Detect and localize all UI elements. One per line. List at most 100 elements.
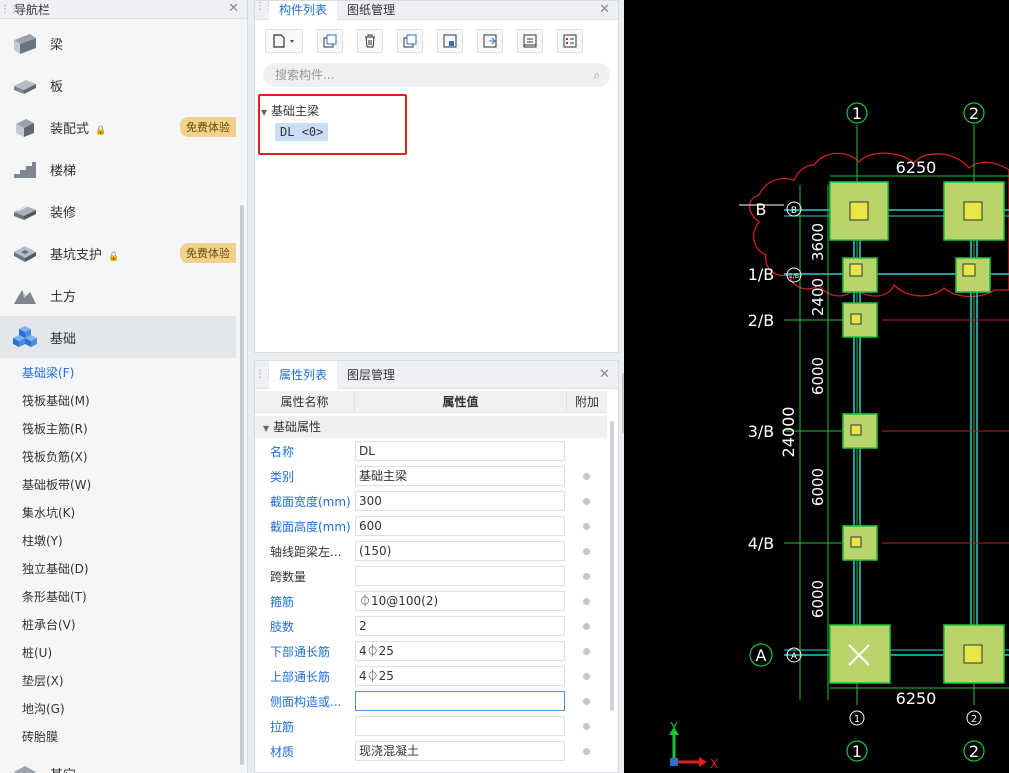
extra-checkbox[interactable] bbox=[583, 548, 590, 555]
close-icon[interactable]: ✕ bbox=[599, 367, 610, 382]
property-value-field[interactable] bbox=[355, 691, 565, 711]
nav-item-label: 基坑支护 🔒 bbox=[50, 247, 120, 263]
property-value-field[interactable]: 2 bbox=[355, 616, 565, 636]
cad-drawing-canvas[interactable]: 1 2 1 2 1 2 6250 6250 24000 3600 2400 60… bbox=[624, 0, 1009, 773]
extra-checkbox[interactable] bbox=[583, 623, 590, 630]
tab-property-list[interactable]: 属性列表 bbox=[269, 361, 338, 389]
sub-item-trench[interactable]: 地沟(G) bbox=[22, 700, 65, 717]
drag-grip-icon[interactable]: ⋮⋮ bbox=[255, 1, 274, 19]
layer-button[interactable] bbox=[517, 29, 543, 53]
delete-button[interactable] bbox=[357, 29, 383, 53]
extra-checkbox[interactable] bbox=[583, 673, 590, 680]
pile-cap[interactable] bbox=[943, 624, 1005, 684]
property-value-field[interactable]: ⏀10@100(2) bbox=[355, 591, 565, 611]
nav-item-earthwork[interactable]: 土方 bbox=[0, 274, 236, 316]
property-group-label: 基础属性 bbox=[272, 420, 321, 434]
extra-checkbox[interactable] bbox=[583, 523, 590, 530]
sub-item-foundation-strip[interactable]: 基础板带(W) bbox=[22, 476, 91, 493]
sub-item-cushion[interactable]: 垫层(X) bbox=[22, 672, 64, 689]
collapse-triangle-icon[interactable]: ▼ bbox=[263, 424, 269, 433]
property-row[interactable]: 拉筋 bbox=[255, 714, 607, 739]
extra-checkbox[interactable] bbox=[583, 723, 590, 730]
free-trial-badge[interactable]: 免费体验 bbox=[180, 117, 236, 137]
property-row[interactable]: 名称 DL bbox=[255, 439, 607, 464]
property-value-field[interactable]: 4⏀25 bbox=[355, 666, 565, 686]
extra-checkbox[interactable] bbox=[583, 698, 590, 705]
pile-cap[interactable] bbox=[829, 624, 891, 684]
property-value-field[interactable]: 现浇混凝土 bbox=[355, 741, 565, 761]
close-icon[interactable]: ✕ bbox=[228, 1, 239, 16]
property-value-field[interactable]: DL bbox=[355, 441, 565, 461]
tab-component-list[interactable]: 构件列表 bbox=[269, 1, 338, 20]
property-value-field[interactable]: 600 bbox=[355, 516, 565, 536]
import-button[interactable] bbox=[437, 29, 463, 53]
tree-item-dl[interactable]: DL <0> bbox=[275, 123, 329, 141]
drag-grip-icon[interactable]: ⋮⋮ bbox=[255, 361, 274, 388]
property-group[interactable]: ▼ 基础属性 bbox=[255, 416, 607, 438]
property-row[interactable]: 类别 基础主梁 bbox=[255, 464, 607, 489]
sub-item-strip-foundation[interactable]: 条形基础(T) bbox=[22, 588, 87, 605]
nav-item-other[interactable]: 其它 bbox=[0, 752, 236, 773]
extra-checkbox[interactable] bbox=[583, 648, 590, 655]
nav-scrollbar[interactable] bbox=[240, 205, 244, 765]
close-icon[interactable]: ✕ bbox=[599, 2, 610, 17]
property-row[interactable]: 箍筋 ⏀10@100(2) bbox=[255, 589, 607, 614]
extra-checkbox[interactable] bbox=[583, 473, 590, 480]
property-row[interactable]: 截面宽度(mm) 300 bbox=[255, 489, 607, 514]
extra-checkbox[interactable] bbox=[583, 748, 590, 755]
sub-item-raft-foundation[interactable]: 筏板基础(M) bbox=[22, 392, 90, 409]
nav-item-stairs[interactable]: 楼梯 bbox=[0, 148, 236, 190]
extra-checkbox[interactable] bbox=[583, 498, 590, 505]
property-value-field[interactable]: 300 bbox=[355, 491, 565, 511]
cad-drawing[interactable]: 1 2 1 2 1 2 6250 6250 24000 3600 2400 60… bbox=[624, 0, 1009, 773]
nav-item-pit-support[interactable]: 基坑支护 🔒 免费体验 bbox=[0, 232, 236, 274]
nav-item-label: 装修 bbox=[50, 205, 77, 221]
sub-item-raft-neg-rebar[interactable]: 筏板负筋(X) bbox=[22, 448, 88, 465]
list-button[interactable] bbox=[557, 29, 583, 53]
property-row[interactable]: 跨数量 bbox=[255, 564, 607, 589]
component-search-input[interactable]: 搜索构件... ⌕ bbox=[263, 63, 610, 87]
sub-item-foundation-beam[interactable]: 基础梁(F) bbox=[22, 364, 74, 381]
sub-item-brick-mold[interactable]: 砖胎膜 bbox=[22, 728, 58, 745]
property-scrollbar[interactable] bbox=[610, 421, 614, 711]
copy-to-floor-button[interactable] bbox=[397, 29, 423, 53]
nav-item-decoration[interactable]: 装修 bbox=[0, 190, 236, 232]
export-button[interactable] bbox=[477, 29, 503, 53]
property-row[interactable]: 肢数 2 bbox=[255, 614, 607, 639]
drag-grip-icon[interactable]: ⋮⋮ bbox=[0, 4, 19, 15]
sub-item-column-pier[interactable]: 柱墩(Y) bbox=[22, 532, 63, 549]
property-row[interactable]: 下部通长筋 4⏀25 bbox=[255, 639, 607, 664]
tab-layer-management[interactable]: 图层管理 bbox=[337, 361, 405, 389]
sub-item-pile[interactable]: 桩(U) bbox=[22, 644, 52, 661]
sub-item-pile-cap[interactable]: 桩承台(V) bbox=[22, 616, 76, 633]
expand-triangle-icon[interactable]: ▼ bbox=[261, 108, 267, 117]
property-row[interactable]: 侧面构造或... bbox=[255, 689, 607, 714]
copy-button[interactable] bbox=[317, 29, 343, 53]
property-value-field[interactable]: 4⏀25 bbox=[355, 641, 565, 661]
nav-item-beam[interactable]: 梁 bbox=[0, 22, 236, 64]
sub-item-raft-main-rebar[interactable]: 筏板主筋(R) bbox=[22, 420, 88, 437]
sub-item-isolated-foundation[interactable]: 独立基础(D) bbox=[22, 560, 89, 577]
extra-checkbox[interactable] bbox=[583, 573, 590, 580]
property-row[interactable]: 轴线距梁左... (150) bbox=[255, 539, 607, 564]
search-icon[interactable]: ⌕ bbox=[593, 63, 600, 87]
property-value-field[interactable] bbox=[355, 566, 565, 586]
property-row[interactable]: 截面高度(mm) 600 bbox=[255, 514, 607, 539]
property-value-field[interactable]: 基础主梁 bbox=[355, 466, 565, 486]
col-property-value: 属性值 bbox=[355, 391, 567, 412]
nav-item-slab[interactable]: 板 bbox=[0, 64, 236, 106]
property-row[interactable]: 材质 现浇混凝土 bbox=[255, 739, 607, 764]
nav-item-prefab[interactable]: 装配式 🔒 免费体验 bbox=[0, 106, 236, 148]
pile-cap[interactable] bbox=[829, 181, 889, 241]
extra-checkbox[interactable] bbox=[583, 598, 590, 605]
free-trial-badge[interactable]: 免费体验 bbox=[180, 243, 236, 263]
tab-drawing-management[interactable]: 图纸管理 bbox=[337, 1, 405, 20]
property-value-field[interactable] bbox=[355, 716, 565, 736]
new-component-button[interactable] bbox=[265, 29, 303, 53]
sub-item-sump-pit[interactable]: 集水坑(K) bbox=[22, 504, 75, 521]
property-value-field[interactable]: (150) bbox=[355, 541, 565, 561]
pile-cap[interactable] bbox=[943, 181, 1005, 241]
tree-group[interactable]: ▼ 基础主梁 bbox=[261, 102, 319, 119]
nav-item-foundation[interactable]: 基础 bbox=[0, 316, 236, 358]
property-row[interactable]: 上部通长筋 4⏀25 bbox=[255, 664, 607, 689]
